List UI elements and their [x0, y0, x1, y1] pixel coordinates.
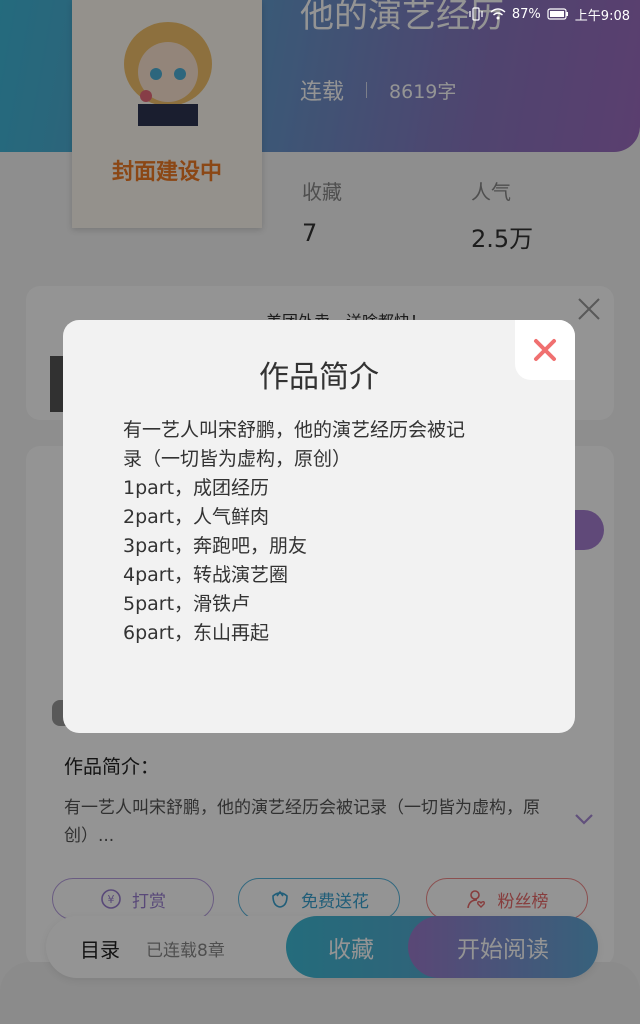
dialog-line: 5part，滑铁卢 — [123, 593, 251, 615]
vibrate-icon — [469, 7, 483, 21]
battery-icon — [547, 8, 568, 20]
wifi-icon — [490, 8, 506, 20]
intro-dialog: 作品简介 有一艺人叫宋舒鹏，他的演艺经历会被记 录（一切皆为虚构，原创） 1pa… — [63, 320, 575, 733]
dialog-close-button[interactable] — [515, 320, 575, 380]
dialog-line: 2part，人气鲜肉 — [123, 506, 270, 528]
status-bar: 87% 上午9:08 — [0, 0, 640, 28]
clock: 上午9:08 — [574, 8, 630, 24]
battery-percent: 87% — [511, 6, 541, 22]
dialog-line: 1part，成团经历 — [123, 477, 270, 499]
dialog-body: 有一艺人叫宋舒鹏，他的演艺经历会被记 录（一切皆为虚构，原创） 1part，成团… — [123, 416, 523, 648]
dialog-title: 作品简介 — [259, 360, 379, 395]
dialog-line: 录（一切皆为虚构，原创） — [123, 448, 352, 470]
dialog-line: 有一艺人叫宋舒鹏，他的演艺经历会被记 — [123, 419, 466, 441]
dialog-line: 6part，东山再起 — [123, 622, 270, 644]
dialog-line: 3part，奔跑吧，朋友 — [123, 535, 308, 557]
dialog-line: 4part，转战演艺圈 — [123, 564, 289, 586]
close-icon — [534, 339, 556, 361]
